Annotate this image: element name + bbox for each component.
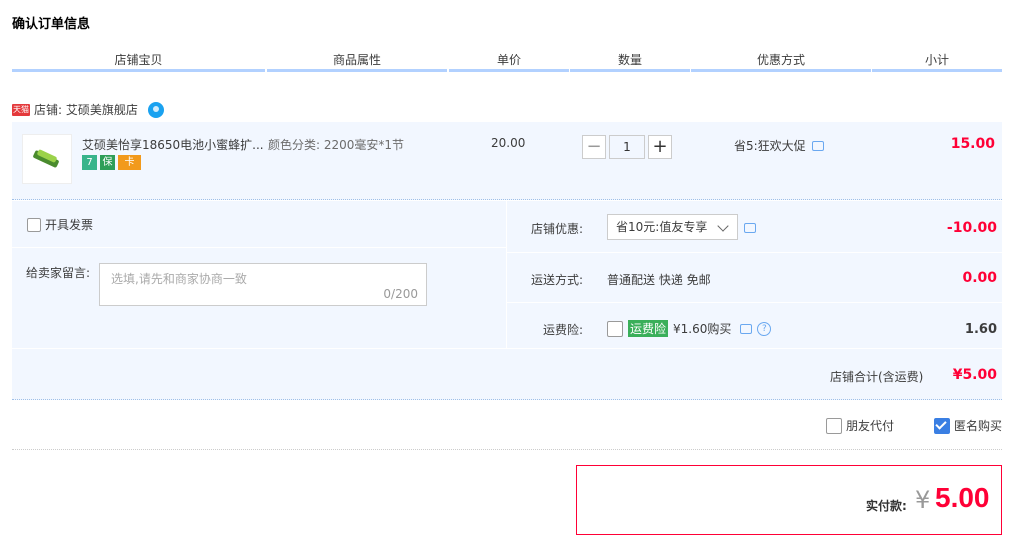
item-thumbnail[interactable] — [22, 134, 72, 184]
memo-char-count: 0/200 — [383, 287, 418, 301]
shipping-amount: 0.00 — [962, 270, 997, 286]
insurance-amount: 1.60 — [964, 322, 997, 337]
item-name-link[interactable]: 艾硕美怡享18650电池小蜜蜂扩... — [82, 136, 267, 153]
memo-label: 给卖家留言: — [26, 266, 91, 280]
item-attribute: 颜色分类: 2200毫安*1节 — [268, 138, 405, 152]
item-row — [12, 122, 1002, 200]
item-promotion: 省5:狂欢大促 — [734, 137, 824, 154]
friend-pay-label: 朋友代付 — [846, 419, 895, 433]
quantity-input[interactable]: 1 — [609, 135, 645, 159]
memo-field[interactable]: 选填,请先和商家协商一致 0/200 — [99, 263, 427, 306]
seven-day-return-icon[interactable]: 7 — [82, 155, 97, 170]
shop-discount-label: 店铺优惠: — [531, 222, 584, 236]
increment-button[interactable]: + — [648, 135, 672, 159]
promo-text: 省5:狂欢大促 — [734, 139, 806, 153]
shipping-label: 运送方式: — [531, 273, 584, 287]
credit-card-icon[interactable]: 卡 — [118, 155, 141, 170]
item-subtotal: 15.00 — [950, 136, 995, 152]
col-shop-item: 店铺宝贝 — [114, 53, 163, 67]
unit-price: 20.00 — [491, 136, 526, 150]
discount-message-icon[interactable] — [744, 223, 756, 233]
col-attributes: 商品属性 — [332, 53, 381, 67]
service-icons: 7 保 卡 — [82, 155, 141, 170]
tmall-badge-icon: 天猫 — [12, 104, 30, 116]
shop-discount-select[interactable]: 省10元:值友专享 — [607, 214, 738, 240]
insurance-message-icon[interactable] — [740, 323, 753, 334]
col-promotion: 优惠方式 — [756, 53, 805, 67]
insurance-label: 运费险: — [543, 323, 584, 337]
insurance-option: 运费险 ¥1.60购买 ? — [607, 320, 772, 337]
col-subtotal: 小计 — [924, 53, 949, 67]
shop-discount-value: 省10元:值友专享 — [616, 220, 708, 234]
divider — [12, 449, 1002, 450]
chevron-down-icon — [717, 220, 729, 232]
col-quantity: 数量 — [617, 53, 642, 67]
friend-pay-option[interactable]: 朋友代付 — [826, 417, 894, 434]
anonymous-checkbox[interactable] — [934, 417, 950, 434]
pay-currency: ¥ — [915, 486, 931, 514]
shop-line: 天猫 店铺: 艾硕美旗舰店 — [12, 101, 164, 119]
shipping-method: 普通配送 快递 免邮 — [607, 273, 711, 287]
guarantee-icon[interactable]: 保 — [100, 155, 115, 170]
friend-pay-checkbox[interactable] — [826, 417, 842, 434]
page-title: 确认订单信息 — [12, 17, 91, 32]
insurance-tag: 运费险 — [628, 320, 669, 337]
decrement-button[interactable]: − — [582, 135, 606, 159]
shop-total-amount: ¥5.00 — [952, 367, 997, 383]
quantity-stepper: − 1 + — [582, 135, 672, 159]
insurance-text: ¥1.60购买 — [673, 322, 732, 336]
shop-total-label: 店铺合计(含运费) — [830, 370, 924, 384]
memo-placeholder: 选填,请先和商家协商一致 — [111, 272, 247, 286]
anonymous-label: 匿名购买 — [954, 419, 1003, 433]
pay-amount: 5.00 — [935, 482, 990, 513]
payment-summary: 实付款: ¥ 5.00 — [576, 465, 1002, 535]
wangwang-chat-icon[interactable] — [147, 102, 164, 118]
anonymous-option[interactable]: 匿名购买 — [934, 417, 1002, 434]
invoice-checkbox[interactable] — [27, 217, 41, 232]
shop-name-link[interactable]: 店铺: 艾硕美旗舰店 — [34, 101, 138, 119]
col-unit-price: 单价 — [496, 53, 521, 67]
table-header: 店铺宝贝 商品属性 单价 数量 优惠方式 小计 — [12, 51, 1002, 72]
shop-discount-amount: -10.00 — [946, 220, 997, 236]
insurance-checkbox[interactable] — [607, 320, 623, 337]
pay-label: 实付款: — [866, 499, 907, 513]
help-icon[interactable]: ? — [757, 321, 772, 336]
message-icon[interactable] — [811, 140, 824, 151]
invoice-label: 开具发票 — [45, 218, 94, 232]
invoice-option[interactable]: 开具发票 — [27, 216, 93, 233]
